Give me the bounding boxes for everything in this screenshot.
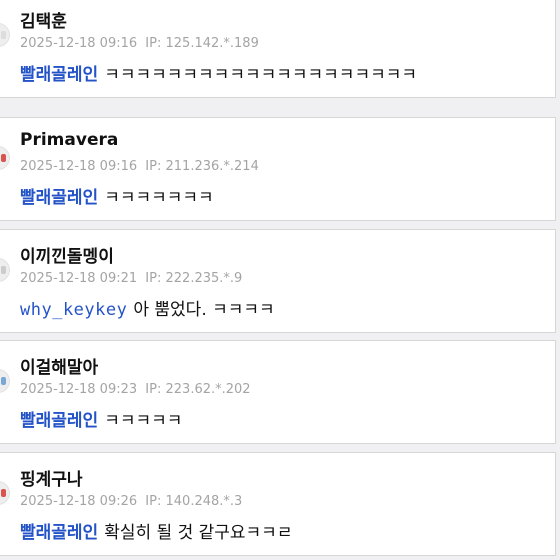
comment-text: ㅋㅋㅋㅋㅋㅋㅋㅋㅋㅋㅋㅋㅋㅋㅋㅋㅋㅋㅋㅋ <box>104 65 418 85</box>
comment-item: 이걸해말아 2025-12-18 09:23 IP: 223.62.*.202 … <box>0 340 556 444</box>
avatar-icon <box>1 154 6 162</box>
comment-nickname[interactable]: 핑계구나 <box>20 465 83 490</box>
comment-date: 2025-12-18 09:16 <box>20 36 138 51</box>
comment-ip: 211.236.*.214 <box>165 159 259 174</box>
ip-label: IP: <box>145 494 162 509</box>
comment-item: 이끼낀돌멩이 2025-12-18 09:21 IP: 222.235.*.9 … <box>0 229 556 333</box>
comment-meta: 2025-12-18 09:26 IP: 140.248.*.3 <box>20 494 242 509</box>
comment-body: 빨래골레인 확실히 될 것 같구요ㅋㅋㄹ <box>20 518 292 543</box>
comment-text: 확실히 될 것 같구요ㅋㅋㄹ <box>104 523 293 543</box>
avatar-icon <box>1 31 6 39</box>
comment-meta: 2025-12-18 09:21 IP: 222.235.*.9 <box>20 271 242 286</box>
comment-text: ㅋㅋㅋㅋㅋㅋㅋ <box>104 188 214 208</box>
comment-body: 빨래골레인 ㅋㅋㅋㅋㅋㅋㅋ <box>20 183 214 208</box>
comment-nickname[interactable]: Primavera <box>20 130 118 150</box>
avatar-icon <box>1 489 6 497</box>
user-avatar[interactable] <box>0 258 10 282</box>
user-avatar[interactable] <box>0 146 10 170</box>
comment-date: 2025-12-18 09:23 <box>20 382 138 397</box>
reply-mention-link[interactable]: 빨래골레인 <box>20 411 98 431</box>
avatar-icon <box>1 377 6 385</box>
comment-date: 2025-12-18 09:16 <box>20 159 138 174</box>
comment-body: 빨래골레인 ㅋㅋㅋㅋㅋㅋㅋㅋㅋㅋㅋㅋㅋㅋㅋㅋㅋㅋㅋㅋ <box>20 60 417 85</box>
comment-nickname[interactable]: 이끼낀돌멩이 <box>20 242 114 267</box>
ip-label: IP: <box>145 271 162 286</box>
comment-text: ㅋㅋㅋㅋㅋ <box>104 411 183 431</box>
user-avatar[interactable] <box>0 369 10 393</box>
comment-nickname[interactable]: 김택훈 <box>20 7 67 32</box>
user-avatar[interactable] <box>0 23 10 47</box>
comment-body: why_keykey 아 뿜었다. ㅋㅋㅋㅋ <box>20 295 275 320</box>
comment-date: 2025-12-18 09:21 <box>20 271 138 286</box>
comment-item: 핑계구나 2025-12-18 09:26 IP: 140.248.*.3 빨래… <box>0 452 556 556</box>
user-avatar[interactable] <box>0 481 10 505</box>
comment-date: 2025-12-18 09:26 <box>20 494 138 509</box>
comment-ip: 125.142.*.189 <box>165 36 259 51</box>
comment-meta: 2025-12-18 09:16 IP: 211.236.*.214 <box>20 159 259 174</box>
reply-mention-link[interactable]: why_keykey <box>20 300 127 320</box>
comment-ip: 140.248.*.3 <box>165 494 243 509</box>
comment-nickname[interactable]: 이걸해말아 <box>20 353 98 378</box>
comment-ip: 223.62.*.202 <box>165 382 251 397</box>
ip-label: IP: <box>145 159 162 174</box>
avatar-icon <box>1 266 6 274</box>
reply-mention-link[interactable]: 빨래골레인 <box>20 188 98 208</box>
comment-ip: 222.235.*.9 <box>165 271 243 286</box>
comment-list: 김택훈 2025-12-18 09:16 IP: 125.142.*.189 빨… <box>0 0 560 560</box>
comment-body: 빨래골레인 ㅋㅋㅋㅋㅋ <box>20 406 182 431</box>
reply-mention-link[interactable]: 빨래골레인 <box>20 65 98 85</box>
comment-item: Primavera 2025-12-18 09:16 IP: 211.236.*… <box>0 117 556 221</box>
comment-meta: 2025-12-18 09:23 IP: 223.62.*.202 <box>20 382 251 397</box>
ip-label: IP: <box>145 382 162 397</box>
comment-item: 김택훈 2025-12-18 09:16 IP: 125.142.*.189 빨… <box>0 0 556 98</box>
reply-mention-link[interactable]: 빨래골레인 <box>20 523 98 543</box>
comment-meta: 2025-12-18 09:16 IP: 125.142.*.189 <box>20 36 259 51</box>
comment-text: 아 뿜었다. ㅋㅋㅋㅋ <box>133 300 275 320</box>
ip-label: IP: <box>145 36 162 51</box>
